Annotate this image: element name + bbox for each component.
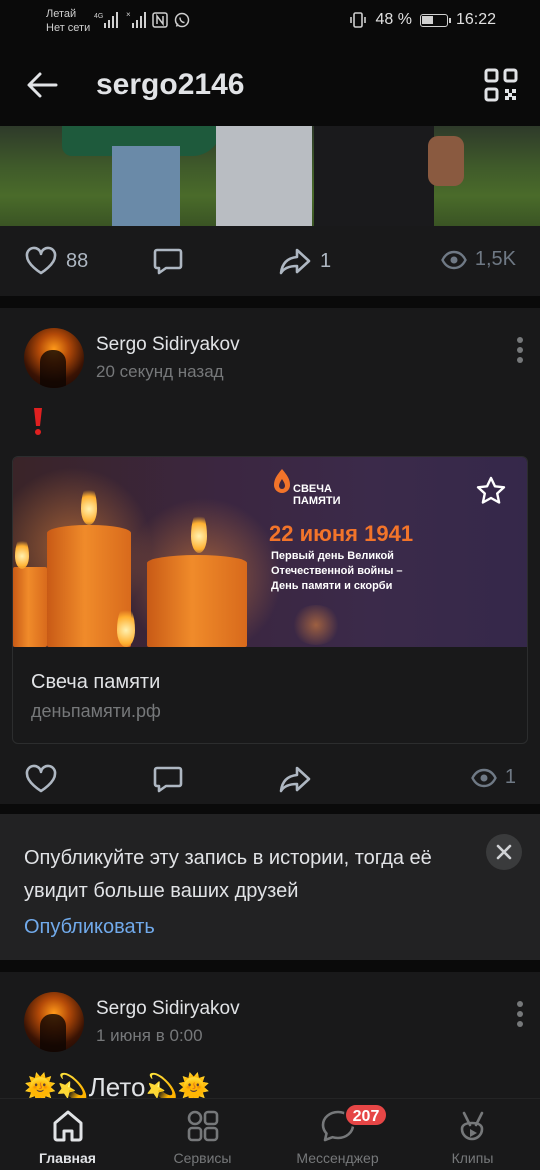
post-actions-2: 1 xyxy=(0,748,540,812)
publish-to-story-button[interactable]: Опубликовать xyxy=(24,916,155,939)
photo-hand xyxy=(428,136,464,186)
comment-icon xyxy=(153,766,183,793)
share-button[interactable]: 1 xyxy=(278,246,331,276)
comment-icon xyxy=(153,248,183,275)
battery-icon xyxy=(419,13,451,27)
nfc-icon xyxy=(152,12,168,28)
like-button[interactable]: 88 xyxy=(24,246,88,276)
status-icons-left: 4G × xyxy=(94,11,190,29)
close-icon xyxy=(496,844,512,860)
post-header-3: Sergo Sidiryakov 1 июня в 0:00 xyxy=(24,992,524,1056)
banner-logo-line-1: СВЕЧА xyxy=(293,483,332,495)
tab-label: Сервисы xyxy=(173,1150,232,1166)
share-button[interactable] xyxy=(278,764,312,794)
candle-flame xyxy=(81,485,97,525)
post-author[interactable]: Sergo Sidiryakov xyxy=(96,334,240,356)
share-icon xyxy=(279,248,311,275)
post-photo[interactable] xyxy=(0,126,540,226)
candle xyxy=(13,567,47,647)
home-icon xyxy=(53,1110,82,1142)
vibrate-icon xyxy=(350,12,367,28)
story-share-prompt: Опубликуйте эту запись в истории, тогда … xyxy=(0,814,540,960)
back-arrow-icon[interactable] xyxy=(24,68,60,102)
clips-icon xyxy=(460,1111,483,1141)
more-options-icon[interactable] xyxy=(516,1000,524,1028)
post-time[interactable]: 20 секунд назад xyxy=(96,362,224,382)
banner-date: 22 июня 1941 xyxy=(269,521,414,546)
share-count: 1 xyxy=(320,249,332,272)
heart-icon xyxy=(25,764,57,793)
tab-messenger[interactable]: 207 Мессенджер xyxy=(270,1099,405,1170)
svg-text:×: × xyxy=(126,11,131,19)
heart-icon xyxy=(25,246,57,275)
photo-trousers xyxy=(216,126,312,226)
post-actions-1: 88 1 1,5K xyxy=(0,230,540,294)
tab-home[interactable]: Главная xyxy=(0,1099,135,1170)
battery-level xyxy=(421,15,433,24)
link-title[interactable]: Свеча памяти xyxy=(31,671,160,694)
signal-off-icon: × xyxy=(126,11,146,28)
eye-icon xyxy=(471,768,497,787)
banner-subtitle: Первый день Великой Отечественной войны … xyxy=(271,549,441,594)
like-button[interactable] xyxy=(24,764,58,794)
unread-badge: 207 xyxy=(344,1103,388,1127)
link-url[interactable]: деньпамяти.рф xyxy=(31,701,161,722)
star-icon[interactable] xyxy=(475,475,507,507)
eye-icon xyxy=(441,250,467,269)
candle-flame xyxy=(15,537,29,569)
status-icons-right: 48 % 16:22 xyxy=(349,11,496,29)
candle-flame xyxy=(191,511,207,553)
link-attachment[interactable]: СВЕЧА ПАМЯТИ 22 июня 1941 Первый день Ве… xyxy=(12,456,528,744)
share-icon xyxy=(279,766,311,793)
candle xyxy=(147,555,247,647)
photo-black-pants xyxy=(314,126,434,226)
photo-jeans xyxy=(112,146,180,226)
post-author[interactable]: Sergo Sidiryakov xyxy=(96,998,240,1020)
clock: 16:22 xyxy=(455,11,496,28)
svg-text:4G: 4G xyxy=(94,13,103,20)
link-banner-image: СВЕЧА ПАМЯТИ 22 июня 1941 Первый день Ве… xyxy=(13,457,527,647)
banner-subtitle-line-1: Первый день Великой xyxy=(271,550,394,562)
tab-label: Мессенджер xyxy=(296,1150,379,1166)
avatar[interactable] xyxy=(24,328,84,388)
prompt-text: Опубликуйте эту запись в истории, тогда … xyxy=(24,847,432,902)
post-time[interactable]: 1 июня в 0:00 xyxy=(96,1026,203,1046)
views-counter: 1,5K xyxy=(441,248,516,271)
tab-label: Клипы xyxy=(451,1150,494,1166)
services-icon xyxy=(187,1110,218,1142)
close-button[interactable] xyxy=(486,834,522,870)
battery-percent: 48 % xyxy=(375,11,412,28)
carrier-name: Летай xyxy=(46,8,77,20)
avatar[interactable] xyxy=(24,992,84,1052)
carrier-status: Нет сети xyxy=(46,22,91,34)
candle-logo-icon xyxy=(274,469,290,493)
candle-flame xyxy=(117,605,135,647)
qr-code-icon[interactable] xyxy=(484,68,518,102)
status-bar: Летай Нет сети 4G × 48 % 16:22 xyxy=(0,0,540,44)
like-count: 88 xyxy=(66,249,89,272)
post-header-2: Sergo Sidiryakov 20 секунд назад xyxy=(24,328,524,392)
page-title: sergo2146 xyxy=(96,68,245,101)
tab-services[interactable]: Сервисы xyxy=(135,1099,270,1170)
exclamation-emoji xyxy=(34,408,42,435)
candle-glow xyxy=(291,605,341,645)
banner-logo-text: СВЕЧА ПАМЯТИ xyxy=(293,483,341,507)
more-options-icon[interactable] xyxy=(516,336,524,364)
bottom-tab-bar: Главная Сервисы 207 Мессенджер Клипы xyxy=(0,1098,540,1170)
top-app-bar: sergo2146 xyxy=(0,44,540,126)
tab-clips[interactable]: Клипы xyxy=(405,1099,540,1170)
banner-logo-line-2: ПАМЯТИ xyxy=(293,495,341,507)
banner-subtitle-line-2: Отечественной войны – xyxy=(271,565,403,577)
tab-label: Главная xyxy=(39,1150,96,1166)
carrier-info: Летай Нет сети xyxy=(46,7,90,35)
banner-subtitle-line-3: День памяти и скорби xyxy=(271,580,393,592)
whatsapp-icon xyxy=(174,12,190,28)
views-counter: 1 xyxy=(471,766,516,789)
comment-button[interactable] xyxy=(152,246,184,276)
views-count: 1 xyxy=(504,766,516,788)
signal-icon: 4G xyxy=(94,12,118,28)
views-count: 1,5K xyxy=(474,248,516,270)
comment-button[interactable] xyxy=(152,764,184,794)
